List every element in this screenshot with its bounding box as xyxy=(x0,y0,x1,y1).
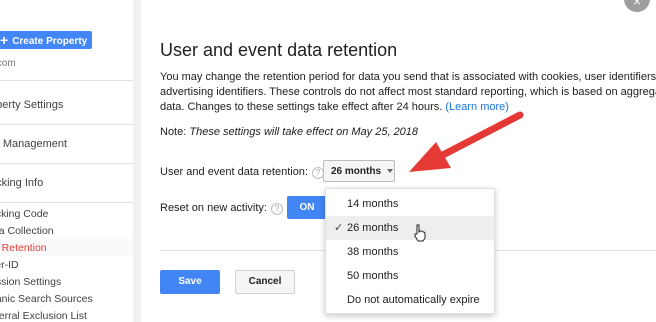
reset-toggle[interactable]: ON xyxy=(287,196,327,219)
sidebar-divider xyxy=(0,163,133,164)
create-property-button[interactable]: + Create Property xyxy=(0,31,92,49)
sidebar-item-data-retention[interactable]: ta Retention xyxy=(0,242,47,254)
sidebar-item-data-collection[interactable]: ata Collection xyxy=(0,225,54,237)
cancel-button[interactable]: Cancel xyxy=(235,270,295,294)
sidebar-item-referral-exclusion-list[interactable]: eferral Exclusion List xyxy=(0,310,87,322)
sidebar-item-property-settings[interactable]: operty Settings xyxy=(0,99,63,111)
plus-icon: + xyxy=(0,32,9,48)
note: Note: These settings will take effect on… xyxy=(160,126,418,138)
dropdown-option-38-months[interactable]: 38 months xyxy=(326,240,494,264)
checkmark-icon: ✓ xyxy=(334,222,344,234)
sidebar-divider xyxy=(0,124,133,125)
sidebar: +Create Property .com operty Settings er… xyxy=(0,0,134,322)
sidebar-divider xyxy=(0,202,133,203)
retention-select-value: 26 months xyxy=(331,166,382,177)
hand-cursor-icon xyxy=(414,224,426,242)
sidebar-item-tracking-code[interactable]: acking Code xyxy=(0,208,48,220)
help-icon[interactable]: ? xyxy=(271,203,283,215)
chevron-down-icon xyxy=(387,169,394,173)
reset-label-text: Reset on new activity: xyxy=(160,202,267,214)
sidebar-scroll-gutter xyxy=(133,0,141,322)
retention-label-text: User and event data retention: xyxy=(160,166,308,178)
sidebar-item-organic-search-sources[interactable]: ganic Search Sources xyxy=(0,293,93,305)
note-text: These settings will take effect on May 2… xyxy=(189,126,419,138)
note-prefix: Note: xyxy=(160,126,190,138)
account-name: .com xyxy=(0,58,16,69)
sidebar-divider xyxy=(0,80,133,81)
save-button[interactable]: Save xyxy=(160,270,220,294)
sidebar-item-session-settings[interactable]: ession Settings xyxy=(0,276,61,288)
create-property-label: Create Property xyxy=(12,36,88,47)
retention-select[interactable]: 26 months xyxy=(323,160,395,182)
reset-label: Reset on new activity:? xyxy=(160,202,283,215)
retention-label: User and event data retention:? xyxy=(160,166,324,179)
page-title: User and event data retention xyxy=(160,40,398,60)
close-glyph: × xyxy=(632,0,642,9)
sidebar-item-tracking-info[interactable]: acking Info xyxy=(0,177,43,189)
description: You may change the retention period for … xyxy=(160,70,656,115)
sidebar-item-user-id[interactable]: ser-ID xyxy=(0,259,19,271)
learn-more-link[interactable]: (Learn more) xyxy=(445,101,509,113)
sidebar-item-user-management[interactable]: er Management xyxy=(0,138,67,150)
dropdown-option-label: 26 months xyxy=(347,222,399,234)
dropdown-option-26-months[interactable]: ✓ 26 months xyxy=(326,216,494,240)
description-text: You may change the retention period for … xyxy=(160,71,656,113)
dropdown-option-do-not-expire[interactable]: Do not automatically expire xyxy=(326,288,494,312)
dropdown-option-14-months[interactable]: 14 months xyxy=(326,192,494,216)
dropdown-option-50-months[interactable]: 50 months xyxy=(326,264,494,288)
retention-dropdown-menu: 14 months ✓ 26 months 38 months 50 months… xyxy=(325,188,495,314)
